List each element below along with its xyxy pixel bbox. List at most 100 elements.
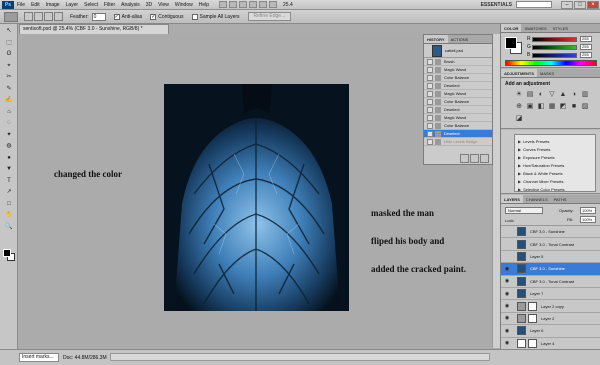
preset-item[interactable]: ▶ Exposure Presets xyxy=(515,153,595,161)
layer-row[interactable]: Layer 5 xyxy=(501,251,600,264)
tab-masks[interactable]: MASKS xyxy=(537,69,557,77)
menu-edit[interactable]: Edit xyxy=(31,2,40,8)
slider-track[interactable] xyxy=(532,44,577,50)
tab-paths[interactable]: PATHS xyxy=(551,195,570,203)
tool-button[interactable]: ✦ xyxy=(4,132,14,138)
adjustment-icon[interactable]: ⊕ xyxy=(515,103,523,111)
tool-button[interactable]: ◌ xyxy=(4,120,14,126)
tab-channels[interactable]: CHANNELS xyxy=(523,195,551,203)
refine-edge-button[interactable]: Refine Edge... xyxy=(247,12,292,21)
horizontal-scrollbar[interactable] xyxy=(110,353,490,361)
visibility-eye-icon[interactable]: ◉ xyxy=(503,340,511,346)
history-item[interactable]: Color Balance xyxy=(424,98,492,106)
adjustment-icon[interactable]: ◑ xyxy=(570,91,578,99)
preset-item[interactable]: ▶ Selective Color Presets xyxy=(515,185,595,193)
menu-help[interactable]: Help xyxy=(199,2,209,8)
layer-row[interactable]: ◉ Layer 2 copy xyxy=(501,300,600,313)
history-item[interactable]: Color Balance xyxy=(424,122,492,130)
preset-item[interactable]: ▶ Levels Presets xyxy=(515,137,595,145)
history-snapshot[interactable]: cattell.psd xyxy=(424,44,492,58)
tab-swatches[interactable]: SWATCHES xyxy=(521,24,549,32)
expand-arrow-icon[interactable]: ▶ xyxy=(518,179,521,184)
adjustment-icon[interactable]: ▣ xyxy=(526,103,534,111)
adjustment-icon[interactable]: ■ xyxy=(570,103,578,111)
antialias-checkbox[interactable]: ✓ xyxy=(113,13,120,20)
tool-button[interactable]: ◍ xyxy=(4,143,14,149)
history-source-checkbox[interactable] xyxy=(427,82,433,89)
history-source-checkbox[interactable] xyxy=(427,114,433,121)
preset-item[interactable]: ▶ Black & White Presets xyxy=(515,169,595,177)
history-item[interactable]: Magic Wand xyxy=(424,66,492,74)
history-item[interactable]: Magic Wand xyxy=(424,90,492,98)
menu-layer[interactable]: Layer xyxy=(66,2,79,8)
history-source-checkbox[interactable] xyxy=(427,98,433,105)
menu-image[interactable]: Image xyxy=(46,2,60,8)
expand-arrow-icon[interactable]: ▶ xyxy=(518,155,521,160)
tool-button[interactable]: ⌖ xyxy=(4,63,14,69)
history-source-checkbox[interactable] xyxy=(427,58,433,65)
menu-file[interactable]: File xyxy=(17,2,25,8)
history-item[interactable]: Color Balance xyxy=(424,74,492,82)
adjustment-icon[interactable]: ☀ xyxy=(515,91,523,99)
layer-name[interactable]: CBF 3.0 - Tonal Contrast xyxy=(530,279,574,284)
layer-name[interactable]: CBF 3.0 - Sunshine xyxy=(530,229,565,234)
document-tab[interactable]: sentisoft.psd @ 25.4% (CBF 3.0 - Sunshin… xyxy=(19,24,169,34)
history-source-checkbox[interactable] xyxy=(427,74,433,81)
layer-row[interactable]: ◉ CBF 3.0 - Tonal Contrast xyxy=(501,276,600,288)
subtract-selection-button[interactable] xyxy=(44,12,53,21)
history-source-checkbox[interactable] xyxy=(427,106,433,113)
layer-name[interactable]: Layer 4 xyxy=(541,341,554,346)
zoom-level[interactable]: 25.4 xyxy=(283,2,293,8)
history-source-checkbox[interactable] xyxy=(427,138,433,145)
color-spectrum-bar[interactable] xyxy=(505,60,597,66)
intersect-selection-button[interactable] xyxy=(54,12,63,21)
new-document-from-state-icon[interactable] xyxy=(460,154,469,163)
tool-button[interactable]: 🔍 xyxy=(4,224,14,230)
minimize-button[interactable]: – xyxy=(561,1,573,9)
tool-preset-picker[interactable] xyxy=(4,11,18,22)
menu-window[interactable]: Window xyxy=(175,2,193,8)
layer-row[interactable]: CBF 3.0 - Tonal Contrast xyxy=(501,238,600,251)
opacity-field[interactable]: 100% xyxy=(580,207,596,214)
sample-all-checkbox[interactable] xyxy=(191,13,198,20)
tool-button[interactable]: ↖ xyxy=(4,28,14,34)
document-canvas-area-lower[interactable] xyxy=(423,165,492,348)
expand-arrow-icon[interactable]: ▶ xyxy=(518,171,521,176)
new-selection-button[interactable] xyxy=(24,12,33,21)
tool-button[interactable]: ʘ xyxy=(4,51,14,57)
adjustment-icon[interactable]: ▥ xyxy=(581,91,589,99)
view-extras-button[interactable] xyxy=(239,1,248,8)
slider-track[interactable] xyxy=(532,52,577,58)
history-item[interactable]: Deselect xyxy=(424,130,492,138)
tool-button[interactable]: ⬚ xyxy=(4,40,14,46)
adjustment-icon[interactable]: ▨ xyxy=(581,103,589,111)
vertical-scrollbar[interactable] xyxy=(492,34,500,348)
foreground-color-swatch[interactable] xyxy=(3,249,11,257)
layer-name[interactable]: Layer 2 copy xyxy=(541,304,564,309)
layer-name[interactable]: Layer 5 xyxy=(530,254,543,259)
adjustment-icon[interactable]: ▦ xyxy=(548,103,556,111)
visibility-eye-icon[interactable]: ◉ xyxy=(503,328,511,334)
tab-adjustments[interactable]: ADJUSTMENTS xyxy=(501,69,538,77)
zoom-tool-button[interactable] xyxy=(259,1,268,8)
expand-arrow-icon[interactable]: ▶ xyxy=(518,147,521,152)
layer-row[interactable]: ◉ CBF 3.0 - Sunshine xyxy=(501,263,600,276)
menu-3d[interactable]: 3D xyxy=(146,2,152,8)
tool-button[interactable]: ⌂ xyxy=(4,109,14,115)
workspace-switcher[interactable]: ESSENTIALS xyxy=(481,2,512,8)
layer-name[interactable]: CBF 3.0 - Sunshine xyxy=(530,266,565,271)
history-item[interactable]: Hide Levels Bridge xyxy=(424,138,492,146)
tab-actions[interactable]: ACTIONS xyxy=(448,35,472,43)
layer-mask-thumbnail[interactable] xyxy=(528,338,537,348)
history-source-checkbox[interactable] xyxy=(427,130,433,137)
add-selection-button[interactable] xyxy=(34,12,43,21)
adjustment-icon[interactable]: ◧ xyxy=(537,103,545,111)
expand-arrow-icon[interactable]: ▶ xyxy=(518,187,521,192)
layer-row[interactable]: ◉ Layer 7 xyxy=(501,288,600,301)
tool-button[interactable]: T xyxy=(4,178,14,184)
slider-value-field[interactable]: 255 xyxy=(580,36,592,42)
contiguous-checkbox[interactable]: ✓ xyxy=(150,13,157,20)
trash-icon[interactable] xyxy=(480,154,489,163)
tool-button[interactable]: ▼ xyxy=(4,166,14,172)
tool-button[interactable]: ✋ xyxy=(4,212,14,218)
